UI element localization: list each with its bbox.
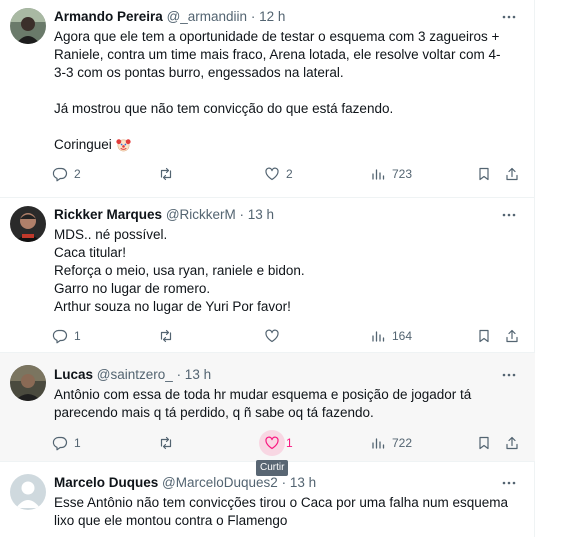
retweet-button[interactable] xyxy=(158,326,180,346)
reply-count: 1 xyxy=(74,329,81,343)
timestamp[interactable]: · 13 h xyxy=(177,367,212,382)
tweet-line: Antônio com essa de toda hr mudar esquem… xyxy=(54,387,472,402)
tweet[interactable]: Rickker Marques @RickkerM · 13 h MDS.. n… xyxy=(0,198,535,353)
tweet-line: Já mostrou que não tem convicção do que … xyxy=(54,101,394,116)
author-name[interactable]: Armando Pereira xyxy=(54,9,163,24)
reply-count: 1 xyxy=(74,436,81,450)
bookmark-button[interactable] xyxy=(476,433,492,453)
bookmark-icon xyxy=(479,329,489,343)
bookmark-icon xyxy=(479,436,489,450)
author-handle[interactable]: @saintzero_ xyxy=(97,367,173,382)
bookmark-button[interactable] xyxy=(476,326,492,346)
like-hover-highlight xyxy=(259,430,285,456)
tweet-line: Reforça o meio, usa ryan, raniele e bido… xyxy=(54,263,305,278)
tweet-text: MDS.. né possível. Caca titular! Reforça… xyxy=(54,226,524,316)
author-handle[interactable]: @MarceloDuques2 xyxy=(162,475,278,490)
tweet-line: Coringuei xyxy=(54,137,112,152)
avatar[interactable] xyxy=(10,474,46,510)
reply-button[interactable]: 1 xyxy=(52,433,81,453)
retweet-icon xyxy=(160,329,172,343)
like-count: 1 xyxy=(286,436,293,450)
timestamp[interactable]: · 13 h xyxy=(282,475,317,490)
clown-face-icon xyxy=(115,137,131,152)
tweet-line: Caca titular! xyxy=(54,245,127,260)
reply-icon xyxy=(52,436,68,451)
author-name[interactable]: Lucas xyxy=(54,367,93,382)
reply-button[interactable]: 2 xyxy=(52,164,81,184)
views-count: 722 xyxy=(392,436,413,450)
heart-icon xyxy=(265,436,279,450)
heart-icon xyxy=(265,329,279,343)
reply-icon xyxy=(52,167,68,182)
timestamp[interactable]: · 13 h xyxy=(240,207,275,222)
bookmark-button[interactable] xyxy=(476,164,492,184)
reply-count: 2 xyxy=(74,167,81,181)
tweet-line: lixo que ele montou contra o Flamengo xyxy=(54,513,288,528)
tweet-actions: 1 164 xyxy=(52,326,518,346)
tweet-text: Esse Antônio não tem convicções tirou o … xyxy=(54,494,524,530)
timestamp[interactable]: · 12 h xyxy=(251,9,286,24)
tweet-text: Agora que ele tem a oportunidade de test… xyxy=(54,28,524,154)
tweet-line: 3-3 com os pontas burro, engessados na l… xyxy=(54,65,344,80)
avatar[interactable] xyxy=(10,8,46,44)
like-button[interactable]: 1 xyxy=(259,430,293,456)
retweet-icon xyxy=(160,436,172,450)
author-name[interactable]: Rickker Marques xyxy=(54,207,162,222)
analytics-icon xyxy=(372,331,385,342)
views-count: 723 xyxy=(392,167,413,181)
tweet-line: parecendo mais q tá perdido, q ñ sabe oq… xyxy=(54,405,374,420)
tweet-line: Garro no lugar de romero. xyxy=(54,281,211,296)
like-tooltip: Curtir xyxy=(256,460,289,476)
reply-feed: Armando Pereira @_armandiin · 12 h Agora… xyxy=(0,0,535,537)
author-name[interactable]: Marcelo Duques xyxy=(54,475,158,490)
views-button[interactable]: 723 xyxy=(370,164,412,184)
analytics-icon xyxy=(372,169,385,180)
tweet-line: Raniele, contra um time mais fraco, Aren… xyxy=(54,47,501,62)
views-count: 164 xyxy=(392,329,413,343)
share-icon xyxy=(506,436,518,450)
tweet[interactable]: Armando Pereira @_armandiin · 12 h Agora… xyxy=(0,0,535,198)
bookmark-icon xyxy=(479,167,489,181)
more-icon[interactable] xyxy=(501,9,517,25)
tweet-line: MDS.. né possível. xyxy=(54,227,168,242)
tweet-header: Armando Pereira @_armandiin · 12 h xyxy=(54,8,285,26)
tweet-line: Arthur souza no lugar de Yuri Por favor! xyxy=(54,299,291,314)
more-icon[interactable] xyxy=(501,367,517,383)
views-button[interactable]: 722 xyxy=(370,433,412,453)
tweet-line: Esse Antônio não tem convicções tirou o … xyxy=(54,495,509,510)
tweet-header: Lucas @saintzero_ · 13 h xyxy=(54,366,211,384)
tweet-text: Antônio com essa de toda hr mudar esquem… xyxy=(54,386,524,422)
share-button[interactable] xyxy=(504,433,520,453)
tweet[interactable]: Lucas @saintzero_ · 13 h Antônio com ess… xyxy=(0,353,535,462)
retweet-icon xyxy=(160,167,172,181)
tweet-line xyxy=(54,118,524,136)
avatar[interactable] xyxy=(10,365,46,401)
author-handle[interactable]: @_armandiin xyxy=(167,9,248,24)
tweet-line: Agora que ele tem a oportunidade de test… xyxy=(54,29,500,44)
analytics-icon xyxy=(372,438,385,449)
retweet-button[interactable] xyxy=(158,433,180,453)
reply-button[interactable]: 1 xyxy=(52,326,81,346)
tweet-header: Rickker Marques @RickkerM · 13 h xyxy=(54,206,274,224)
share-icon xyxy=(506,329,518,343)
tweet-line xyxy=(54,82,524,100)
tweet-actions: 2 2 723 xyxy=(52,164,518,184)
tweet-actions: 1 1 722 xyxy=(52,430,520,456)
more-icon[interactable] xyxy=(501,475,517,491)
views-button[interactable]: 164 xyxy=(370,326,412,346)
retweet-button[interactable] xyxy=(158,164,180,184)
more-icon[interactable] xyxy=(501,207,517,223)
like-count: 2 xyxy=(286,167,293,181)
avatar[interactable] xyxy=(10,206,46,242)
author-handle[interactable]: @RickkerM xyxy=(166,207,236,222)
like-button[interactable] xyxy=(264,326,286,346)
share-icon xyxy=(506,167,518,181)
share-button[interactable] xyxy=(504,164,520,184)
tweet-header: Marcelo Duques @MarceloDuques2 · 13 h xyxy=(54,474,316,492)
reply-icon xyxy=(52,329,68,344)
like-button[interactable]: 2 xyxy=(264,164,293,184)
heart-icon xyxy=(265,167,279,181)
share-button[interactable] xyxy=(504,326,520,346)
